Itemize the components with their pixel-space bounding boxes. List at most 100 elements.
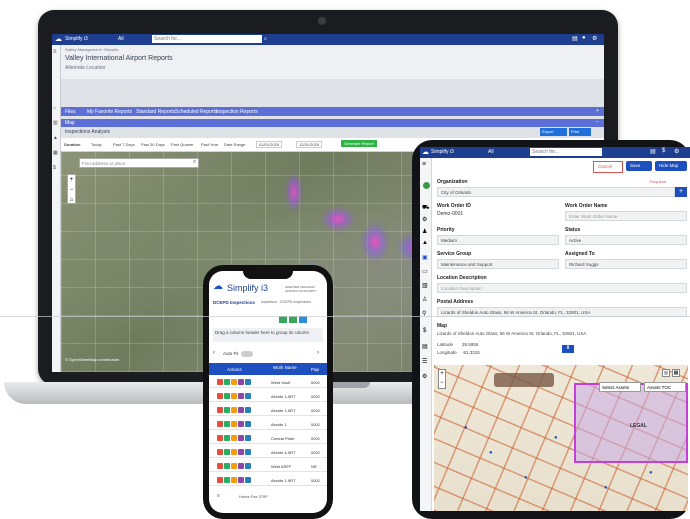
date-to-input[interactable]: 12/31/2020 <box>296 141 323 148</box>
list-icon[interactable]: ☰ <box>422 358 427 365</box>
asset-marker-icon[interactable]: ● <box>649 470 653 476</box>
tab-files[interactable]: Files <box>65 109 76 115</box>
status-icon[interactable] <box>423 182 430 189</box>
row-action-icon[interactable] <box>245 421 251 427</box>
col-pap[interactable]: Pap <box>311 367 319 372</box>
collapse-icon[interactable]: − <box>596 119 599 125</box>
map-search-input[interactable]: Find address or place <box>79 158 199 168</box>
option-past-quarter[interactable]: Past Quarter <box>171 142 194 147</box>
add-organization-button[interactable]: + <box>675 187 687 197</box>
table-row[interactable]: Airside 1 ART 0002 <box>209 474 327 486</box>
row-action-icon[interactable] <box>224 407 230 413</box>
cancel-button[interactable]: Cancel <box>593 161 623 173</box>
table-row[interactable]: West Vault 0002 <box>209 376 327 388</box>
table-row[interactable]: Airside 1 ART 0002 <box>209 404 327 416</box>
table-row[interactable]: West ARFF NR <box>209 460 327 472</box>
search-icon[interactable]: ⌕ <box>193 159 196 166</box>
menu-icon[interactable]: ≡ <box>53 49 57 55</box>
assets-toc-button[interactable]: Assets TOC <box>644 382 686 392</box>
hide-map-button[interactable]: Hide Map <box>655 161 687 171</box>
notifications-icon[interactable]: ▤ <box>650 148 656 155</box>
book-icon[interactable]: ▤ <box>422 343 428 350</box>
organization-field[interactable]: City of Orlando <box>437 187 675 197</box>
generate-report-button[interactable]: Generate Report <box>341 140 377 147</box>
row-action-icon[interactable] <box>217 463 223 469</box>
priority-select[interactable]: Medium <box>437 235 559 245</box>
row-action-icon[interactable] <box>238 435 244 441</box>
row-action-icon[interactable] <box>238 477 244 483</box>
locate-button[interactable]: ⬇ <box>562 345 574 353</box>
team-icon[interactable]: ♟ <box>422 228 427 235</box>
select-assets-button[interactable]: Select Assets <box>599 382 641 392</box>
row-action-icon[interactable] <box>245 407 251 413</box>
zoom-controls[interactable]: + − <box>438 369 446 389</box>
alert-icon[interactable]: ▲ <box>53 135 58 141</box>
notifications-icon[interactable]: ▤ <box>572 35 578 42</box>
search-icon[interactable]: ⌕ <box>597 149 600 155</box>
export-icon[interactable] <box>299 316 307 323</box>
row-action-icon[interactable] <box>238 463 244 469</box>
breadcrumb[interactable]: Safety Management › Reports <box>65 47 118 52</box>
tab-inspection-reports[interactable]: Inspection Reports <box>216 109 258 115</box>
row-action-icon[interactable] <box>217 421 223 427</box>
row-action-icon[interactable] <box>224 421 230 427</box>
row-action-icon[interactable] <box>231 463 237 469</box>
row-action-icon[interactable] <box>231 379 237 385</box>
row-action-icon[interactable] <box>224 449 230 455</box>
asset-marker-icon[interactable]: ● <box>464 425 468 431</box>
settings-icon[interactable]: ⚙ <box>674 148 679 155</box>
filter-icon[interactable] <box>279 316 287 323</box>
autofit-toggle[interactable] <box>241 351 253 357</box>
row-action-icon[interactable] <box>231 407 237 413</box>
search-icon[interactable]: ⌕ <box>264 36 267 42</box>
row-action-icon[interactable] <box>245 379 251 385</box>
row-action-icon[interactable] <box>231 421 237 427</box>
print-button[interactable]: Print <box>569 128 591 136</box>
row-action-icon[interactable] <box>245 435 251 441</box>
location-description-input[interactable]: Location Description <box>437 283 687 293</box>
chart-icon[interactable]: ▥ <box>53 120 58 126</box>
work-order-map[interactable]: LEGAL Select Assets Assets TOC ◎ ▦ + − ● … <box>434 365 688 511</box>
assigned-to-select[interactable]: Richard Suggs <box>565 259 687 269</box>
prev-page-icon[interactable]: ‹ <box>213 350 215 356</box>
row-action-icon[interactable] <box>217 435 223 441</box>
settings-icon[interactable]: ⚙ <box>422 373 427 380</box>
row-action-icons[interactable] <box>217 379 252 386</box>
folder-icon[interactable]: ▭ <box>422 268 428 275</box>
scope-select[interactable]: All <box>118 36 124 42</box>
menu-icon[interactable]: ≡ <box>422 161 426 168</box>
row-action-icon[interactable] <box>224 477 230 483</box>
row-action-icons[interactable] <box>217 477 252 484</box>
row-action-icon[interactable] <box>245 477 251 483</box>
row-action-icon[interactable] <box>231 435 237 441</box>
add-icon[interactable] <box>289 316 297 323</box>
option-past-7-days[interactable]: Past 7 Days <box>113 142 135 147</box>
option-today[interactable]: Today <box>91 142 102 147</box>
warning-icon[interactable]: ▲ <box>422 240 428 246</box>
row-action-icon[interactable] <box>217 477 223 483</box>
row-action-icons[interactable] <box>217 435 252 442</box>
row-action-icon[interactable] <box>231 393 237 399</box>
row-action-icon[interactable] <box>217 407 223 413</box>
export-button[interactable]: Export <box>540 128 567 136</box>
user-icon[interactable]: ● <box>582 35 586 41</box>
asset-marker-icon[interactable]: ● <box>489 450 493 456</box>
phone-breadcrumb-left[interactable]: DCEPD Inspections <box>213 300 255 305</box>
row-action-icon[interactable] <box>231 477 237 483</box>
row-action-icon[interactable] <box>231 449 237 455</box>
scope-select[interactable]: All <box>488 149 494 155</box>
row-action-icon[interactable] <box>224 435 230 441</box>
home-icon[interactable]: ⌂ <box>53 105 56 111</box>
row-action-icons[interactable] <box>217 421 252 428</box>
people-icon[interactable]: ♙ <box>422 296 427 303</box>
option-date-range[interactable]: Date Range <box>224 142 245 147</box>
col-work-name[interactable]: Work Name <box>273 365 297 370</box>
row-action-icon[interactable] <box>245 449 251 455</box>
save-button[interactable]: Save <box>626 161 652 171</box>
row-action-icons[interactable] <box>217 449 252 456</box>
status-select[interactable]: Active <box>565 235 687 245</box>
row-action-icon[interactable] <box>245 393 251 399</box>
car-icon[interactable]: ⛟ <box>422 204 430 212</box>
tab-map[interactable]: Map <box>65 120 75 126</box>
row-action-icon[interactable] <box>224 463 230 469</box>
